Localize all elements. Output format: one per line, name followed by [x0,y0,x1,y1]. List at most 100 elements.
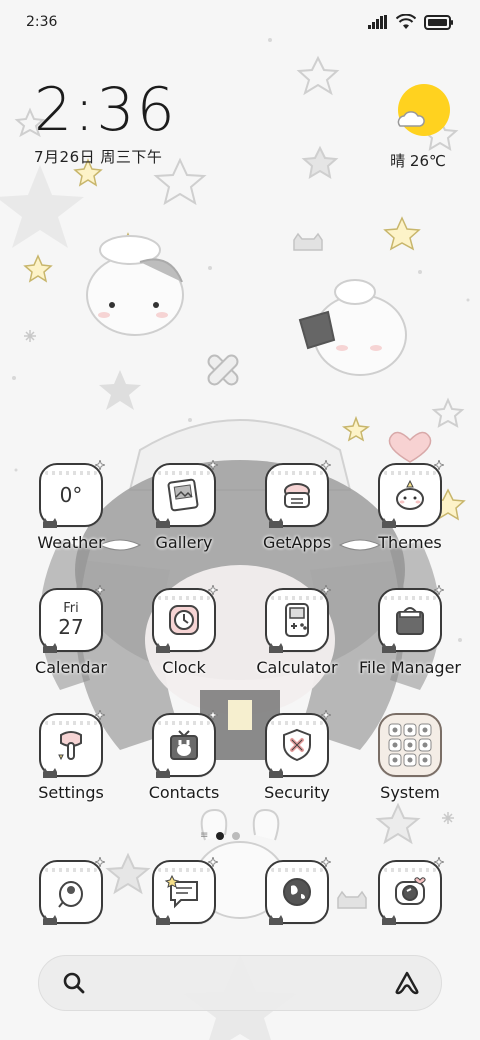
cat-decoration-icon [156,518,170,528]
app-contacts[interactable]: Contacts [132,710,236,802]
getapps-icon [265,460,331,528]
gameboy-icon [285,603,309,637]
app-clock[interactable]: Clock [132,585,236,677]
status-bar: 2:36 [0,0,480,44]
gallery-icon [152,460,218,528]
weather-icon: 0° [39,460,105,528]
cat-decoration-icon [43,768,57,778]
cat-decoration-icon [156,643,170,653]
globe-icon [283,878,311,906]
page-list-icon: ≡ [200,830,209,841]
app-security[interactable]: Security [245,710,349,802]
sparkle-icon [321,710,331,720]
app-label: Gallery [155,533,213,552]
tv-bunny-icon [170,730,198,760]
dock-messages[interactable] [132,857,236,925]
page-dot-active[interactable] [216,831,225,840]
app-label: Settings [38,783,104,802]
app-label: Contacts [148,783,220,802]
cat-decoration-icon [269,768,283,778]
sparkle-icon [434,585,444,595]
dock-browser[interactable] [245,857,349,925]
date-text: 7月26日 周三下午 [34,148,163,166]
app-label: Themes [378,533,442,552]
app-getapps[interactable]: GetApps [245,460,349,552]
app-label: File Manager [359,658,461,677]
cat-decoration-icon [269,915,283,925]
app-themes[interactable]: Themes [358,460,462,552]
cat-decoration-icon [382,643,396,653]
app-settings[interactable]: Settings [19,710,123,802]
app-label: Weather [37,533,105,552]
sparkle-icon [434,857,444,867]
cat-decoration-icon [269,643,283,653]
page-dot[interactable] [232,831,241,840]
cat-decoration-icon [382,518,396,528]
security-icon [265,710,331,778]
search-bar[interactable] [38,955,442,1011]
settings-icon [39,710,105,778]
clock-face-icon [169,605,199,635]
sparkle-icon [321,460,331,470]
assistant-icon[interactable] [393,970,421,996]
status-time: 2:36 [26,14,58,30]
page-indicator[interactable]: ≡ [200,830,241,841]
sparkle-icon [321,585,331,595]
cat-decoration-icon [156,915,170,925]
sun-cloud-icon [397,84,450,136]
cat-decoration-icon [269,518,283,528]
app-label: Security [264,783,330,802]
dock-camera[interactable] [358,857,462,925]
sparkle-icon [95,460,105,470]
app-label: Calendar [35,658,107,677]
sparkle-icon [95,857,105,867]
sparkle-icon [95,710,105,720]
sparkle-icon [208,710,218,720]
sparkle-icon [95,585,105,595]
folder-grid-icon [388,723,432,767]
dock-phone[interactable] [19,857,123,925]
browser-icon [265,857,331,925]
clock-icon [152,585,218,653]
app-weather[interactable]: 0° Weather [19,460,123,552]
status-icons [368,14,454,30]
app-label: GetApps [262,533,332,552]
weather-widget[interactable]: 晴 26℃ [378,82,458,171]
weather-text: 晴 26℃ [390,152,446,170]
contacts-icon [152,710,218,778]
cat-decoration-icon [382,915,396,925]
app-label: Calculator [256,658,338,677]
app-calendar[interactable]: Fri 27 Calendar [19,585,123,677]
app-label: Clock [162,658,206,677]
app-file-manager[interactable]: File Manager [358,585,462,677]
battery-icon [424,14,453,30]
popsicle-icon [58,731,82,761]
calendar-day: Fri [63,601,79,616]
app-gallery[interactable]: Gallery [132,460,236,552]
shield-icon [283,728,311,762]
app-calculator[interactable]: Calculator [245,585,349,677]
sparkle-icon [208,857,218,867]
basket-icon [284,483,310,508]
messages-icon [152,857,218,925]
calendar-date: 27 [58,615,84,639]
file-manager-icon [378,585,444,653]
calculator-icon [265,585,331,653]
cat-decoration-icon [43,643,57,653]
sparkle-icon [208,585,218,595]
app-system-folder[interactable]: System [358,713,462,802]
cat-decoration-icon [43,915,57,925]
cellular-signal-icon [368,15,387,29]
clock-widget[interactable]: 2:36 7月26日 周三下午 [34,76,177,167]
search-icon[interactable] [61,970,87,996]
calendar-icon: Fri 27 [39,585,105,653]
sparkle-icon [434,460,444,470]
sparkle-icon [208,460,218,470]
cat-decoration-icon [156,768,170,778]
cat-decoration-icon [43,518,57,528]
handset-icon [58,881,83,908]
camera-lens-icon [395,877,426,905]
sparkle-icon [321,857,331,867]
chat-bubble-icon [164,874,198,909]
system-folder-icon [378,713,442,777]
